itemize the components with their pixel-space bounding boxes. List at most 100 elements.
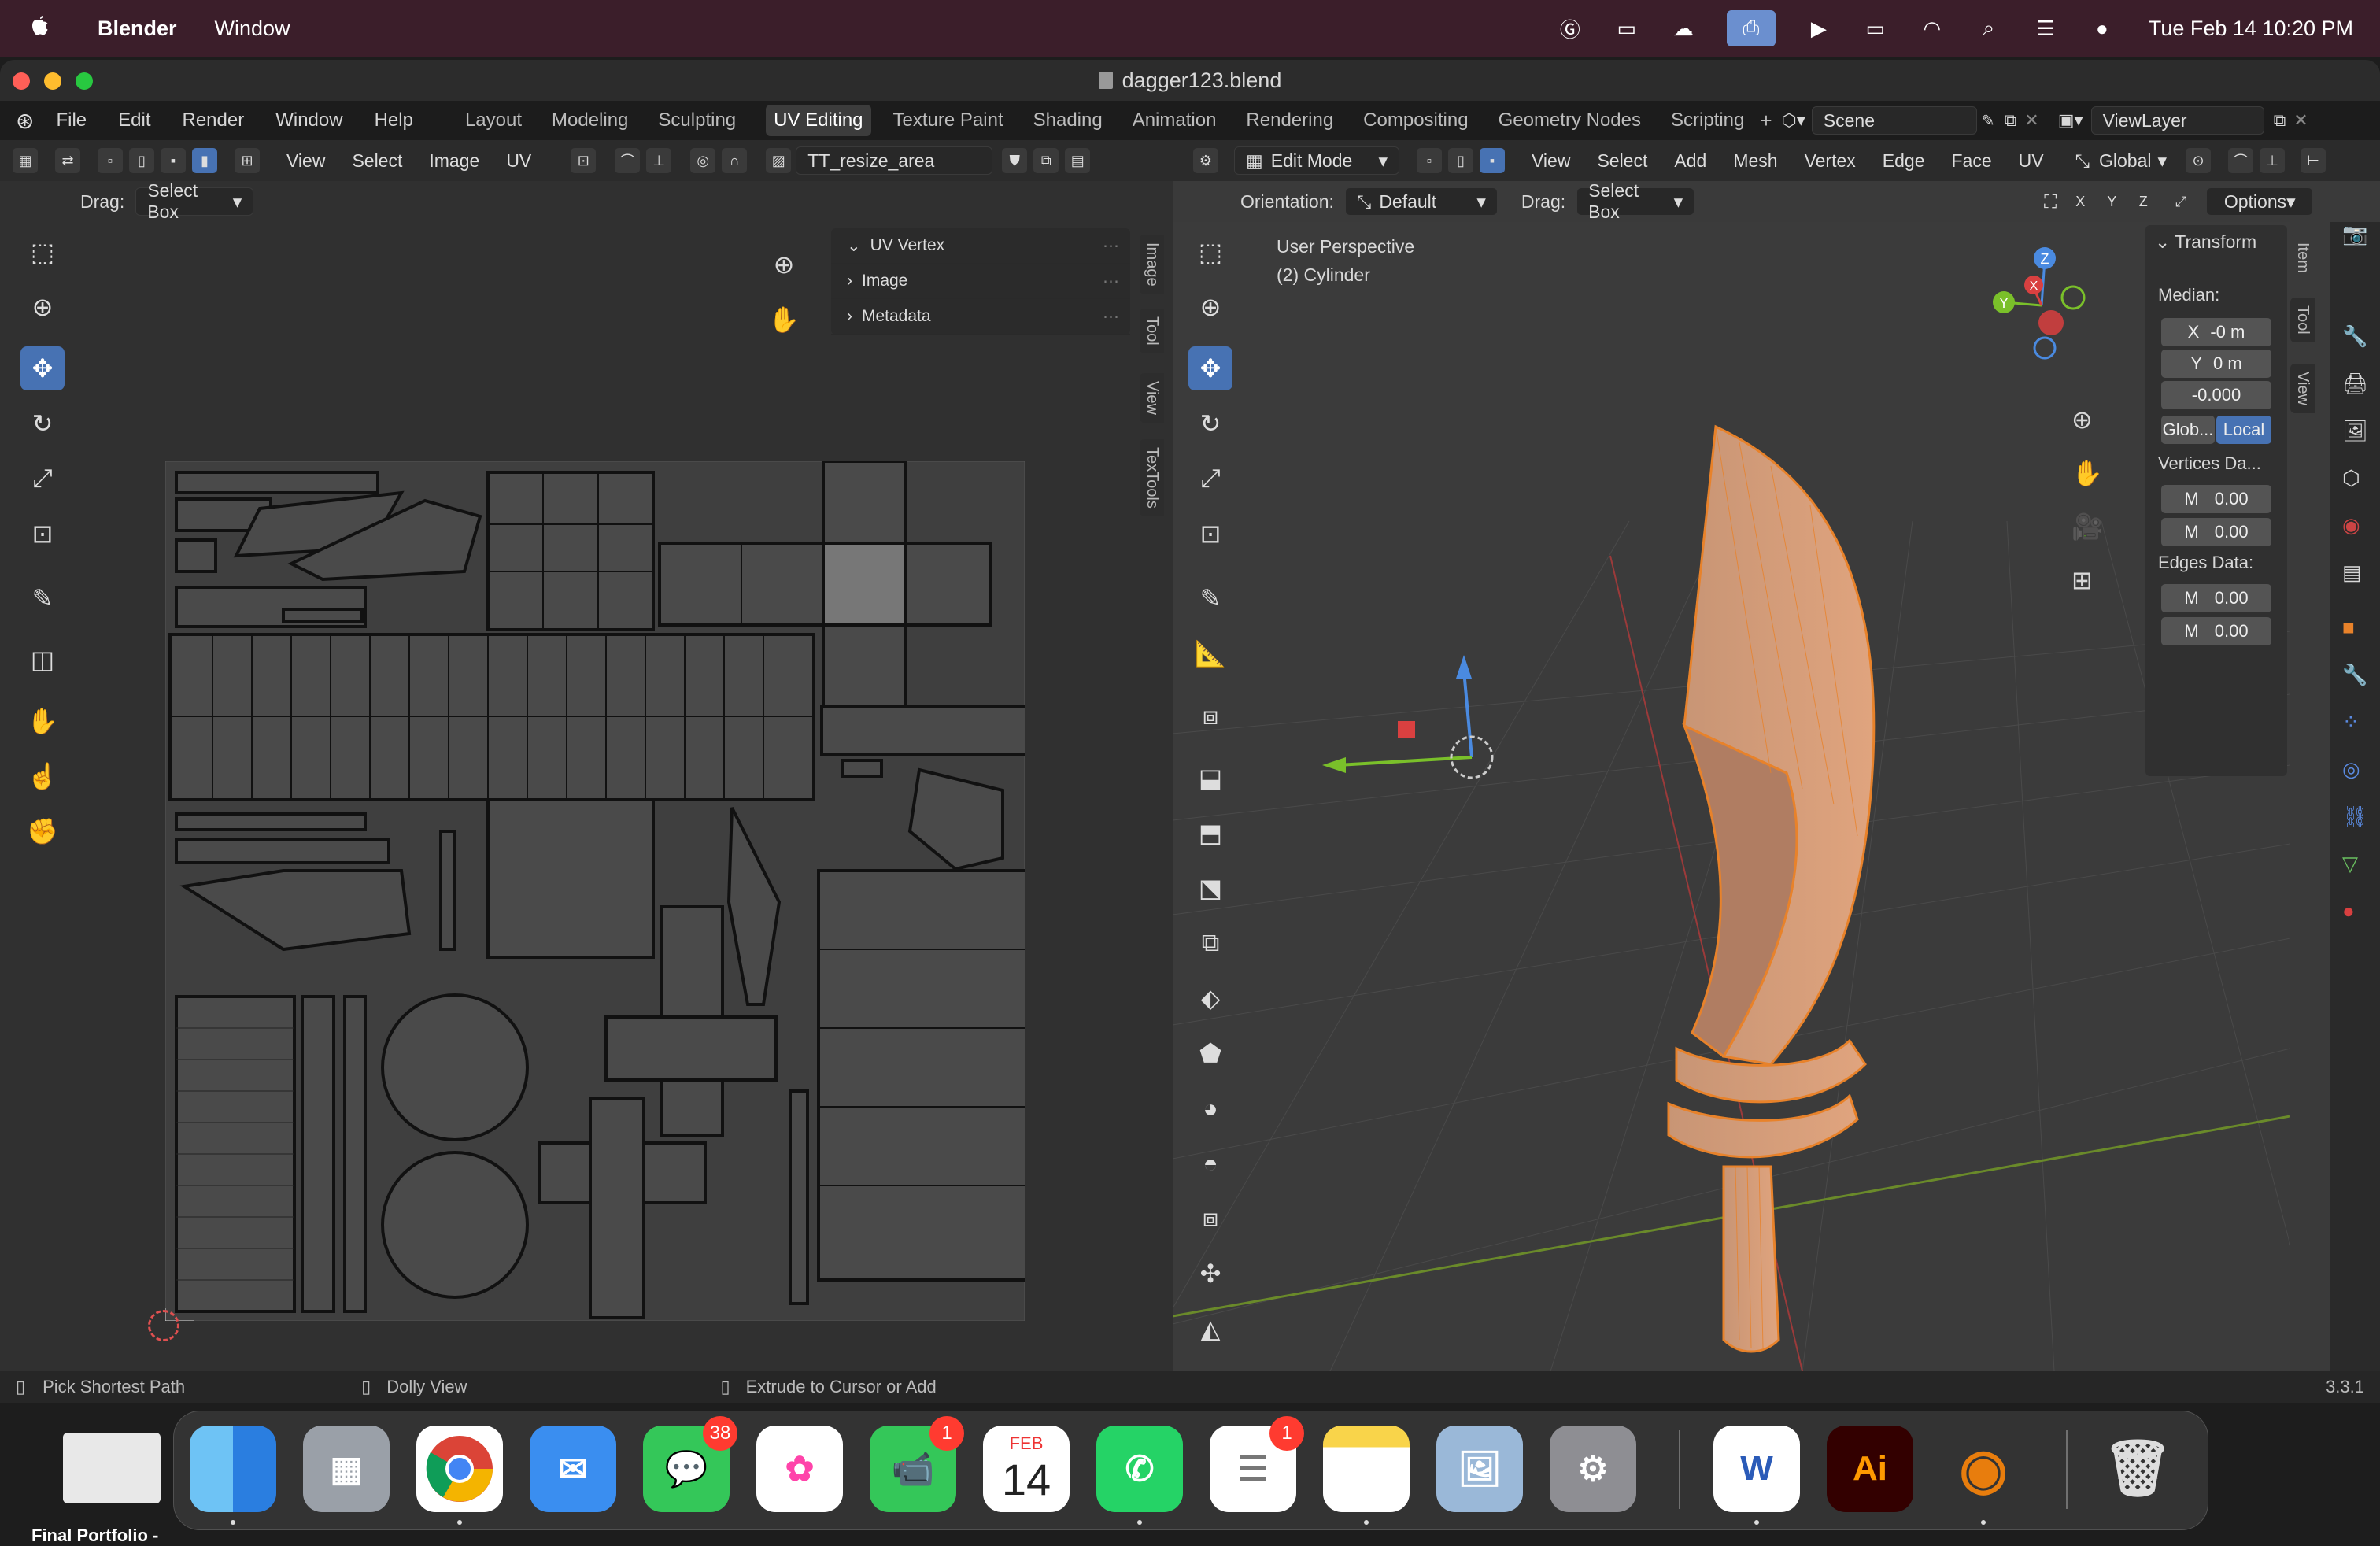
blender-app-icon[interactable]: ◉	[1940, 1426, 2027, 1525]
vp-rotate-tool-icon[interactable]: ↻	[1188, 401, 1232, 446]
pin-scene-icon[interactable]: ✎	[1982, 111, 1995, 131]
menu-render[interactable]: Render	[183, 109, 245, 131]
edge-crease-field[interactable]: M 0.00	[2161, 584, 2271, 612]
falloff-icon[interactable]: ∩	[722, 148, 748, 173]
zoom-window-button[interactable]	[76, 72, 93, 90]
drag-handle-icon[interactable]: ⋯	[1103, 307, 1119, 327]
chrome-app-icon[interactable]	[416, 1426, 503, 1525]
object-properties-icon[interactable]: ■	[2342, 616, 2355, 640]
pivot-icon[interactable]: ⊡	[571, 148, 597, 173]
mail-app-icon[interactable]: ✉	[530, 1426, 616, 1512]
edge-mode-icon[interactable]: ▯	[1448, 148, 1473, 173]
viewport-snap-target-icon[interactable]: ⊥	[2260, 148, 2286, 173]
vp-annotate-tool-icon[interactable]: ✎	[1188, 576, 1232, 620]
panel-uv-vertex[interactable]: ⌄ UV Vertex ⋯	[831, 228, 1130, 264]
proportional-edit-icon[interactable]: ◎	[690, 148, 716, 173]
new-image-icon[interactable]: ⧉	[1033, 148, 1059, 173]
vp-menu-mesh[interactable]: Mesh	[1733, 150, 1777, 172]
fake-user-icon[interactable]: ⛊	[1002, 148, 1028, 173]
menu-edit[interactable]: Edit	[118, 109, 150, 131]
panel-image[interactable]: › Image ⋯	[831, 264, 1130, 299]
apple-icon[interactable]	[27, 15, 50, 42]
sync-selection-icon[interactable]: ⇄	[55, 148, 80, 173]
notes-app-icon[interactable]	[1323, 1426, 1410, 1525]
measure-tool-icon[interactable]: 📐	[1188, 631, 1232, 675]
view-layer-icon[interactable]: ▣▾	[2058, 110, 2083, 131]
vp-menu-view[interactable]: View	[1532, 150, 1570, 172]
display-icon[interactable]: ▭	[1613, 17, 1640, 40]
pivot-point-icon[interactable]: ⊙	[2186, 148, 2212, 173]
tool-properties-icon[interactable]: 🔧	[2342, 324, 2367, 349]
battery-icon[interactable]: ▭	[1862, 17, 1889, 40]
mode-dropdown[interactable]: ▦ Edit Mode ▾	[1234, 146, 1399, 175]
launchpad-app-icon[interactable]: ▦	[303, 1426, 390, 1512]
close-window-button[interactable]	[13, 72, 30, 90]
tab-modeling[interactable]: Modeling	[552, 109, 628, 131]
new-scene-icon[interactable]: ⧉	[2005, 110, 2017, 131]
image-browse-icon[interactable]: ▨	[766, 148, 792, 173]
tab-sculpting[interactable]: Sculpting	[658, 109, 736, 131]
vertex-bevel-field[interactable]: M 0.00	[2161, 518, 2271, 546]
scene-properties-icon[interactable]: ⬡	[2342, 466, 2360, 490]
image-name-field[interactable]: TT_resize_area	[796, 146, 993, 175]
material-properties-icon[interactable]: ●	[2342, 899, 2355, 923]
extrude-tool-icon[interactable]: ⬓	[1188, 756, 1232, 800]
edge-slide-tool-icon[interactable]: ⧈	[1188, 1196, 1232, 1241]
vp-zoom-icon[interactable]: ⊕	[2071, 405, 2093, 435]
tab-vp-tool[interactable]: Tool	[2290, 298, 2315, 342]
loop-cut-tool-icon[interactable]: ⧉	[1188, 921, 1232, 965]
menubar-clock[interactable]: Tue Feb 14 10:20 PM	[2149, 17, 2353, 41]
smooth-tool-icon[interactable]: ◓	[1188, 1141, 1232, 1185]
facetime-app-icon[interactable]: 📹 1	[870, 1416, 964, 1512]
scene-icon[interactable]: ⬡▾	[1782, 110, 1805, 131]
world-properties-icon[interactable]: ◉	[2342, 513, 2360, 538]
uv-menu-view[interactable]: View	[286, 150, 325, 172]
tab-uv-editing[interactable]: UV Editing	[766, 105, 871, 136]
edge-select-icon[interactable]: ▯	[129, 148, 154, 173]
annotate-tool-icon[interactable]: ✎	[20, 576, 65, 620]
particles-properties-icon[interactable]: ⁘	[2342, 710, 2360, 734]
tab-item[interactable]: Item	[2290, 235, 2315, 281]
blender-logo-icon[interactable]: ⊛	[16, 108, 34, 134]
menu-window[interactable]: Window	[275, 109, 342, 131]
island-select-icon[interactable]: ▮	[192, 148, 217, 173]
tab-tool[interactable]: Tool	[1140, 309, 1164, 353]
tab-layout[interactable]: Layout	[465, 109, 522, 131]
viewport-options-icon[interactable]: ⊢	[2301, 148, 2326, 173]
sticky-mode-icon[interactable]: ⊞	[235, 148, 260, 173]
control-center-icon[interactable]: ☰	[2032, 17, 2059, 40]
vp-menu-edge[interactable]: Edge	[1883, 150, 1925, 172]
global-button[interactable]: Glob...	[2161, 416, 2215, 444]
modifier-properties-icon[interactable]: 🔧	[2342, 663, 2367, 687]
bevel-tool-icon[interactable]: ⬔	[1188, 866, 1232, 910]
panel-metadata[interactable]: › Metadata ⋯	[831, 299, 1130, 335]
2d-cursor-icon[interactable]	[148, 1310, 179, 1341]
drag-handle-icon[interactable]: ⋯	[1103, 236, 1119, 256]
search-icon[interactable]: ⌕	[1975, 16, 2002, 40]
relax-tool-icon[interactable]: ☝	[20, 754, 65, 798]
play-icon[interactable]: ▶	[1805, 17, 1832, 40]
pinch-tool-icon[interactable]: ✊	[20, 809, 65, 853]
tab-rendering[interactable]: Rendering	[1246, 109, 1333, 131]
viewport-scene[interactable]	[1173, 222, 2290, 1371]
vp-scale-tool-icon[interactable]: ⤢	[1188, 457, 1232, 501]
tab-compositing[interactable]: Compositing	[1363, 109, 1468, 131]
scale-tool-icon[interactable]: ⤢	[20, 457, 65, 501]
vertex-mode-icon[interactable]: ▫	[1417, 148, 1442, 173]
vp-move-tool-icon[interactable]: ✥	[1188, 346, 1232, 390]
vp-menu-vertex[interactable]: Vertex	[1805, 150, 1856, 172]
uv-drag-dropdown[interactable]: Select Box ▾	[135, 180, 254, 222]
add-cube-tool-icon[interactable]: ⧈	[1188, 694, 1232, 738]
snap-target-icon[interactable]: ⊥	[646, 148, 672, 173]
minimize-window-button[interactable]	[44, 72, 61, 90]
render-properties-icon[interactable]: 📷	[2342, 222, 2367, 246]
transform-tool-icon[interactable]: ⊡	[20, 512, 65, 556]
shrink-fatten-tool-icon[interactable]: ✣	[1188, 1252, 1232, 1296]
illustrator-app-icon[interactable]: Ai	[1827, 1426, 1913, 1512]
move-tool-icon[interactable]: ✥	[20, 346, 65, 390]
vp-cursor-tool-icon[interactable]: ⊕	[1188, 285, 1232, 329]
calendar-app-icon[interactable]: FEB 14	[983, 1426, 1070, 1512]
grammarly-icon[interactable]: Ⓖ	[1557, 17, 1584, 42]
median-x-field[interactable]: X -0 m	[2161, 318, 2271, 346]
face-mode-icon[interactable]: ▪	[1480, 148, 1505, 173]
